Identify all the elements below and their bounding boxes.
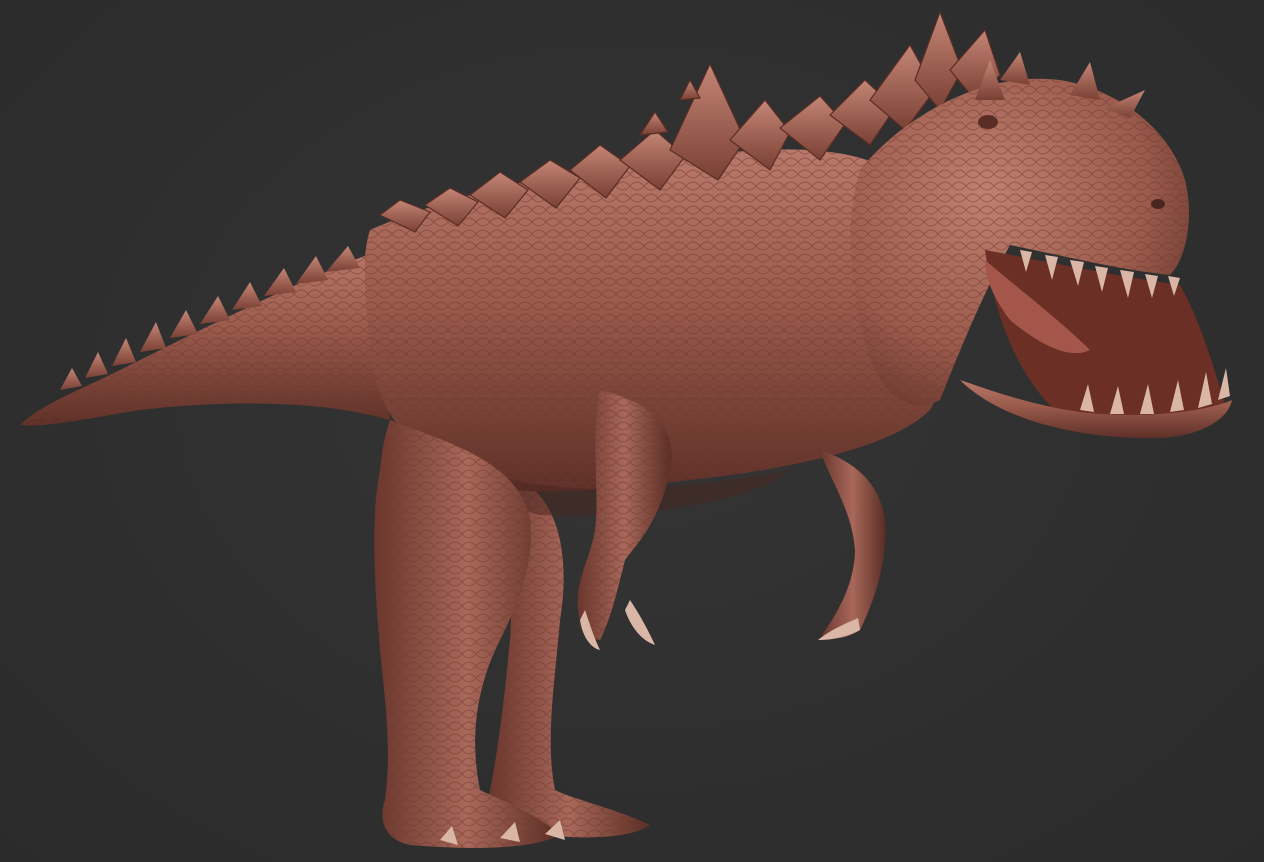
dinosaur-sculpt-model[interactable] xyxy=(0,0,1264,862)
tail xyxy=(20,246,390,426)
eye xyxy=(978,115,998,129)
nostril xyxy=(1151,199,1165,209)
arm-back xyxy=(818,450,886,640)
3d-viewport[interactable] xyxy=(0,0,1264,862)
